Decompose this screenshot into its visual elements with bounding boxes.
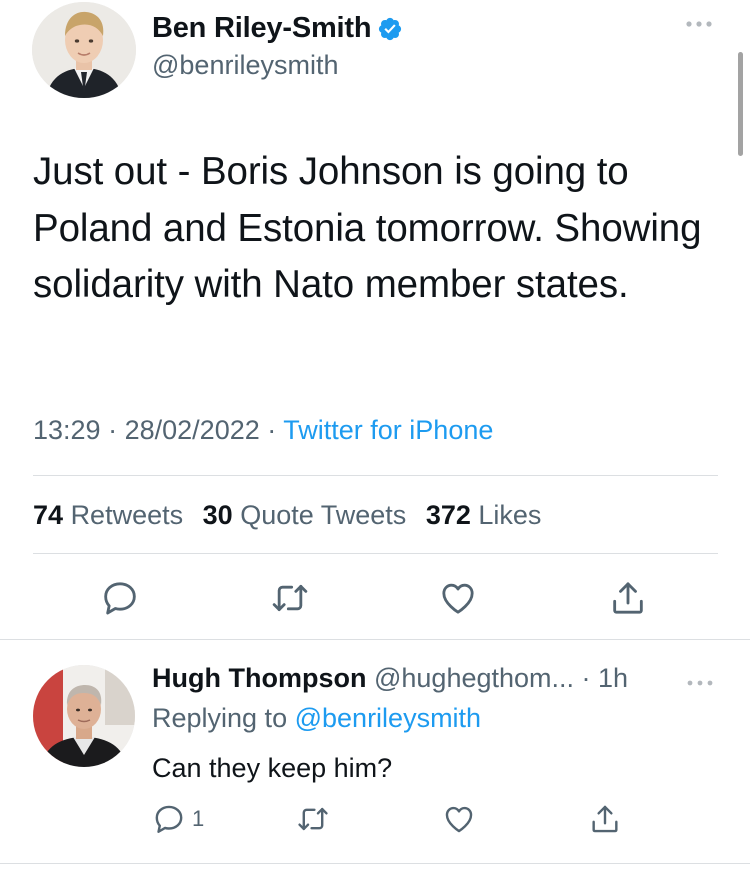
divider [33,553,718,554]
share-icon[interactable] [588,801,622,837]
more-options-icon[interactable] [682,14,716,34]
main-tweet: Ben Riley-Smith @benrileysmith Just out … [0,0,750,640]
reply-author-handle[interactable]: @hughegthom... [374,663,574,693]
tweet-meta: 13:29 · 28/02/2022 · Twitter for iPhone [33,415,493,446]
scrollbar[interactable] [738,52,743,156]
reply-tweet[interactable]: Hugh Thompson @hughegthom... · 1h Replyi… [0,641,750,869]
likes-stat[interactable]: 372 Likes [426,500,542,530]
verified-badge-icon [377,16,403,42]
meta-separator: · [108,415,118,445]
retweet-icon[interactable] [296,801,330,837]
author-avatar[interactable] [32,2,136,98]
replying-to: Replying to @benrileysmith [152,703,481,734]
tweet-time: 13:29 [33,415,101,445]
author-handle[interactable]: @benrileysmith [152,50,338,81]
like-icon[interactable] [438,578,478,618]
replying-to-prefix: Replying to [152,703,288,733]
meta-separator: · [267,415,277,445]
reply-icon[interactable] [100,578,140,618]
tweet-source-link[interactable]: Twitter for iPhone [283,415,493,445]
divider [0,863,750,864]
reply-more-options-icon[interactable] [684,675,716,691]
reply-count: 1 [192,806,205,831]
reply-time: · 1h [581,663,629,693]
retweets-label: Retweets [70,500,184,530]
retweets-count: 74 [33,500,64,530]
divider [33,475,718,476]
reply-author-avatar[interactable] [33,665,135,767]
reply-icon [155,805,183,833]
quotes-stat[interactable]: 30 Quote Tweets [203,500,407,530]
author-name[interactable]: Ben Riley-Smith [152,12,403,45]
replying-to-mention[interactable]: @benrileysmith [295,703,481,733]
quotes-label: Quote Tweets [240,500,407,530]
author-name-text: Ben Riley-Smith [152,12,372,44]
retweet-icon[interactable] [270,578,310,618]
tweet-stats: 74 Retweets 30 Quote Tweets 372 Likes [33,500,541,531]
like-icon[interactable] [442,801,476,837]
tweet-date: 28/02/2022 [124,415,260,445]
divider [0,639,750,640]
reply-author-name[interactable]: Hugh Thompson [152,663,366,693]
quotes-count: 30 [202,500,233,530]
reply-text: Can they keep him? [152,753,393,783]
likes-label: Likes [478,500,542,530]
likes-count: 372 [425,500,471,530]
share-icon[interactable] [608,578,648,618]
retweets-stat[interactable]: 74 Retweets [33,500,183,530]
reply-header: Hugh Thompson @hughegthom... · 1h [152,663,628,694]
reply-reply-button[interactable]: 1 [152,801,204,837]
tweet-text: Just out - Boris Johnson is going to Pol… [33,150,702,306]
